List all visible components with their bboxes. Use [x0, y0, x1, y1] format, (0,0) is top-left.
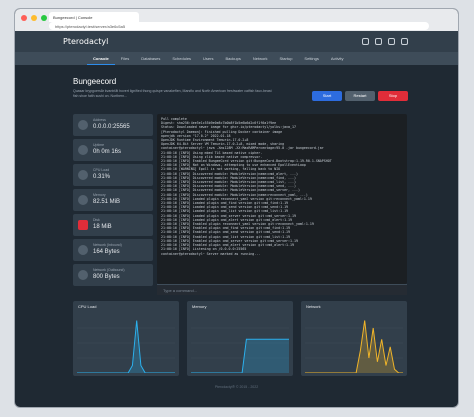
- graph-network: Network: [301, 301, 407, 376]
- close-dot[interactable]: [21, 15, 27, 21]
- graph-network-chart: [305, 320, 403, 373]
- minimize-dot[interactable]: [31, 15, 37, 21]
- browser-chrome: Bungeecord | Console https://pterodactyl…: [15, 9, 458, 31]
- series-area: [305, 320, 403, 373]
- tab-files[interactable]: Files: [115, 53, 135, 65]
- stop-button[interactable]: Stop: [378, 91, 408, 101]
- stat-value: 800 Bytes: [93, 274, 120, 280]
- graph-memory: Memory: [187, 301, 293, 376]
- cpu-icon: [78, 170, 88, 180]
- disk-icon: [78, 220, 88, 230]
- start-button[interactable]: Start: [312, 91, 342, 101]
- window-controls: [21, 15, 47, 21]
- stat-label: Network (Inbound): [93, 243, 122, 247]
- stat-disk: Disk 18 MiB: [73, 214, 153, 236]
- command-input[interactable]: Type a command...: [157, 284, 407, 295]
- browser-window: Bungeecord | Console https://pterodactyl…: [14, 8, 459, 408]
- graph-memory-chart: [191, 327, 289, 373]
- servers-icon[interactable]: [362, 38, 369, 45]
- upload-icon: [78, 270, 88, 280]
- tab-settings[interactable]: Settings: [298, 53, 324, 65]
- server-name: Bungeecord: [73, 77, 117, 86]
- console-output[interactable]: Pull complete Digest: sha256:4ee5e1c55b9e…: [157, 114, 407, 284]
- stat-label: Network (Outbound): [93, 268, 125, 272]
- top-bar: Pterodactyl: [15, 31, 458, 53]
- console-lines: Pull complete Digest: sha256:4ee5e1c55b9e…: [157, 114, 407, 274]
- top-icons: [362, 38, 408, 45]
- stat-memory: Memory 82.51 MiB: [73, 189, 153, 211]
- series-area: [191, 339, 289, 373]
- tab-console[interactable]: Console: [87, 53, 115, 65]
- stat-value: 164 Bytes: [93, 249, 120, 255]
- stat-network-in: Network (Inbound) 164 Bytes: [73, 239, 153, 261]
- graph-cpu-chart: [77, 320, 175, 373]
- browser-tab[interactable]: Bungeecord | Console: [49, 12, 139, 22]
- maximize-dot[interactable]: [41, 15, 47, 21]
- graph-title: CPU Load: [78, 304, 97, 309]
- tab-users[interactable]: Users: [197, 53, 219, 65]
- tab-schedules[interactable]: Schedules: [166, 53, 197, 65]
- stat-value: 0h 0m 16s: [93, 149, 122, 155]
- stat-label: CPU Load: [93, 168, 110, 172]
- stat-label: Disk: [93, 218, 100, 222]
- graph-title: Memory: [192, 304, 207, 309]
- graph-cpu: CPU Load: [73, 301, 179, 376]
- series-line: [77, 320, 175, 373]
- server-description: Quasar krypgoersår kvantriåt hovert lign…: [73, 89, 272, 98]
- stat-value: 0.31%: [93, 174, 111, 180]
- console-line: container@pterodactyl~ Server marked as …: [161, 251, 261, 256]
- wifi-icon: [78, 120, 88, 130]
- tab-network[interactable]: Network: [247, 53, 274, 65]
- stat-label: Uptime: [93, 143, 105, 147]
- stat-uptime: Uptime 0h 0m 16s: [73, 139, 153, 161]
- stat-network-out: Network (Outbound) 800 Bytes: [73, 264, 153, 286]
- stat-value: 82.51 MiB: [93, 199, 121, 205]
- admin-icon[interactable]: [375, 38, 382, 45]
- power-buttons: Start Restart Stop: [312, 91, 408, 101]
- logout-icon[interactable]: [401, 38, 408, 45]
- stat-label: Address: [93, 118, 106, 122]
- tab-activity[interactable]: Activity: [325, 53, 350, 65]
- stat-cpu: CPU Load 0.31%: [73, 164, 153, 186]
- restart-button[interactable]: Restart: [345, 91, 375, 101]
- graph-title: Network: [306, 304, 321, 309]
- tab-startup[interactable]: Startup: [274, 53, 299, 65]
- url-bar[interactable]: https://pterodactyl.test/server/a3e6c5a5: [49, 22, 429, 30]
- stat-value: 0.0.0.0:25565: [93, 124, 130, 130]
- stat-value: 18 MiB: [93, 224, 112, 230]
- tab-backups[interactable]: Backups: [220, 53, 247, 65]
- tab-databases[interactable]: Databases: [135, 53, 166, 65]
- account-icon[interactable]: [388, 38, 395, 45]
- clock-icon: [78, 145, 88, 155]
- series-area: [77, 320, 175, 373]
- stat-address: Address 0.0.0.0:25565: [73, 114, 153, 136]
- memory-icon: [78, 195, 88, 205]
- brand-logo[interactable]: Pterodactyl: [63, 37, 108, 46]
- server-nav: Console Files Databases Schedules Users …: [15, 53, 458, 65]
- download-icon: [78, 245, 88, 255]
- footer: Pterodactyl® © 2015 - 2022: [214, 385, 259, 389]
- stat-label: Memory: [93, 193, 106, 197]
